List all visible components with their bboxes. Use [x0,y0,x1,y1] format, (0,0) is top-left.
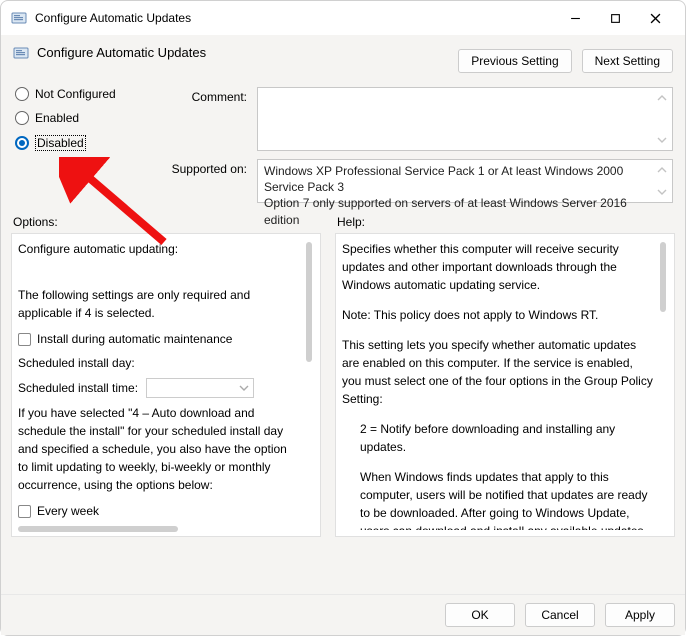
titlebar: Configure Automatic Updates [1,1,685,35]
radio-disabled[interactable]: Disabled [15,135,155,151]
radio-icon [15,136,29,150]
close-button[interactable] [635,6,675,30]
scroll-up-icon[interactable] [654,90,670,106]
options-pane: Configure automatic updating: The follow… [11,233,321,537]
radio-icon [15,87,29,101]
scheduled-time-combo[interactable] [146,378,254,398]
next-setting-button[interactable]: Next Setting [582,49,673,73]
options-heading: Configure automatic updating: [18,240,296,258]
help-pane: Specifies whether this computer will rec… [335,233,675,537]
help-text: Note: This policy does not apply to Wind… [342,306,654,324]
checkbox-label: Every week [37,502,99,520]
comment-label: Comment: [165,87,247,151]
radio-enabled[interactable]: Enabled [15,111,155,125]
window-controls [555,6,675,30]
help-label: Help: [335,215,675,229]
checkbox-every-week[interactable]: Every week [18,502,296,520]
help-text: 2 = Notify before downloading and instal… [342,420,654,456]
help-text: This setting lets you specify whether au… [342,336,654,408]
radio-label: Not Configured [35,87,116,101]
vertical-scrollbar[interactable] [304,240,314,530]
horizontal-scrollbar[interactable] [18,525,300,530]
cancel-button[interactable]: Cancel [525,603,595,627]
vertical-scrollbar[interactable] [658,240,668,530]
checkbox-label: Install during automatic maintenance [37,330,232,348]
app-icon [11,10,27,26]
radio-not-configured[interactable]: Not Configured [15,87,155,101]
scroll-up-icon[interactable] [654,162,670,178]
scroll-down-icon[interactable] [654,132,670,148]
scroll-down-icon[interactable] [654,184,670,200]
checkbox-icon [18,505,31,518]
help-text: When Windows finds updates that apply to… [342,468,654,530]
minimize-button[interactable] [555,6,595,30]
ok-button[interactable]: OK [445,603,515,627]
header: Configure Automatic Updates Previous Set… [9,41,677,81]
comment-textarea[interactable] [257,87,673,151]
options-para-4: If you have selected "4 – Auto download … [18,404,296,494]
supported-label: Supported on: [165,159,247,203]
policy-icon [13,45,29,61]
radio-label: Enabled [35,111,79,125]
previous-setting-button[interactable]: Previous Setting [458,49,571,73]
checkbox-install-maintenance[interactable]: Install during automatic maintenance [18,330,296,348]
apply-button[interactable]: Apply [605,603,675,627]
scheduled-day-label: Scheduled install day: [18,354,135,372]
scheduled-time-label: Scheduled install time: [18,379,138,397]
maximize-button[interactable] [595,6,635,30]
footer: OK Cancel Apply [1,594,685,635]
page-title: Configure Automatic Updates [37,45,458,60]
window-title: Configure Automatic Updates [35,11,555,25]
chevron-down-icon [239,383,249,393]
radio-label: Disabled [35,135,86,151]
supported-on-box: Windows XP Professional Service Pack 1 o… [257,159,673,203]
help-text: Specifies whether this computer will rec… [342,240,654,294]
radio-icon [15,111,29,125]
checkbox-icon [18,333,31,346]
options-note: The following settings are only required… [18,286,296,322]
